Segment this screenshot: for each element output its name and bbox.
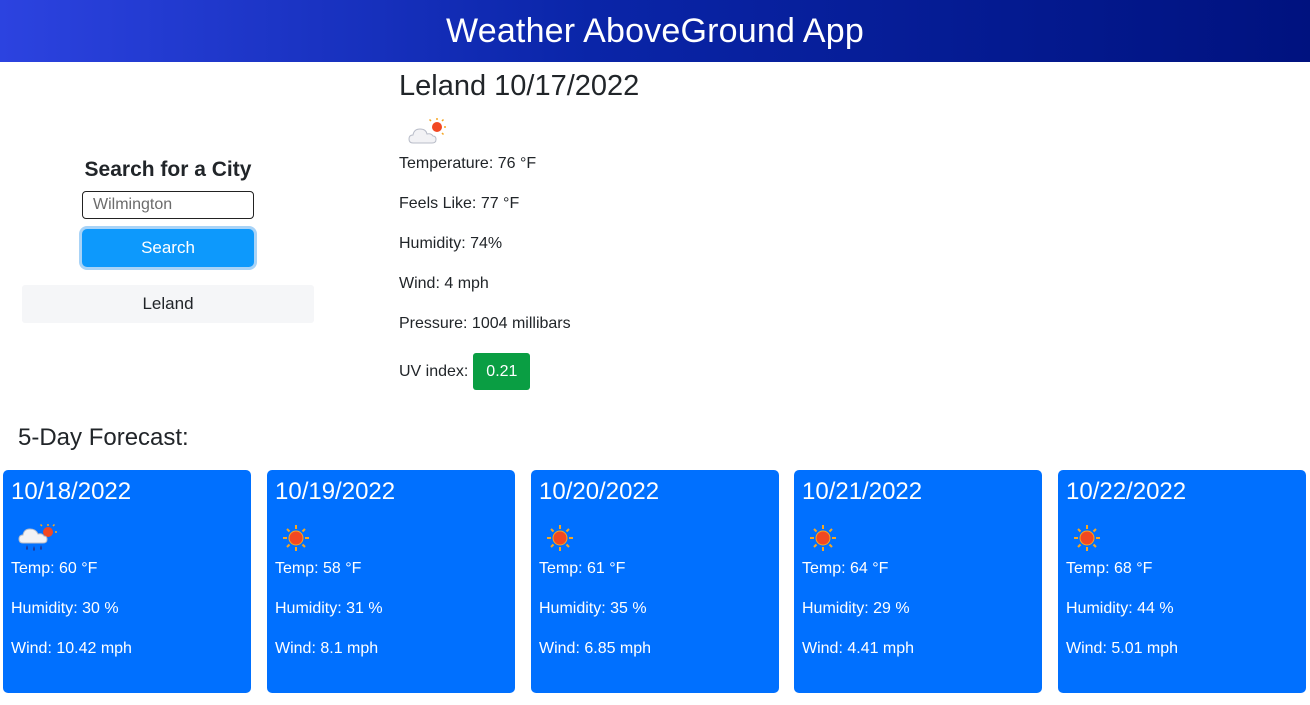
forecast-humidity: Humidity: 44 % (1066, 600, 1174, 617)
forecast-card: 10/20/2022 Temp: 61 °F Humidity: 35 % Wi… (531, 470, 779, 693)
forecast-card: 10/19/2022 Temp: 58 °F Humidity: 31 % Wi… (267, 470, 515, 693)
forecast-humidity: Humidity: 29 % (802, 600, 910, 617)
current-humidity: Humidity: 74% (399, 235, 503, 252)
search-heading: Search for a City (84, 158, 252, 181)
app-title: Weather AboveGround App (446, 11, 864, 50)
forecast-temp: Temp: 64 °F (802, 560, 889, 577)
search-panel: Search for a City Search Leland (22, 158, 314, 323)
current-wind: Wind: 4 mph (399, 275, 489, 292)
forecast-wind: Wind: 4.41 mph (802, 640, 915, 657)
current-temperature: Temperature: 76 °F (399, 155, 537, 172)
forecast-card: 10/18/2022 Temp: 60 °F Humidity: 30 % Wi… (3, 470, 251, 693)
current-weather: Leland 10/17/2022 Temperature: 76 °F Fee… (399, 70, 639, 390)
forecast-date: 10/21/2022 (802, 478, 923, 505)
forecast-date: 10/19/2022 (275, 478, 396, 505)
uv-badge: 0.21 (473, 353, 531, 390)
uv-label: UV index: (399, 362, 469, 380)
partly-cloudy-sun-icon (408, 118, 446, 144)
sun-icon (810, 525, 836, 551)
forecast-date: 10/22/2022 (1066, 478, 1187, 505)
forecast-temp: Temp: 60 °F (11, 560, 98, 577)
forecast-temp: Temp: 61 °F (539, 560, 626, 577)
forecast-wind: Wind: 8.1 mph (275, 640, 379, 657)
forecast-card: 10/21/2022 Temp: 64 °F Humidity: 29 % Wi… (794, 470, 1042, 693)
sun-icon (1074, 525, 1100, 551)
forecast-card: 10/22/2022 Temp: 68 °F Humidity: 44 % Wi… (1058, 470, 1306, 693)
forecast-wind: Wind: 6.85 mph (539, 640, 652, 657)
uv-index-row: UV index: 0.21 (399, 353, 639, 390)
current-city-date: Leland 10/17/2022 (399, 70, 640, 102)
history-item-leland[interactable]: Leland (22, 285, 314, 323)
forecast-humidity: Humidity: 30 % (11, 600, 119, 617)
forecast-title: 5-Day Forecast: (18, 424, 189, 451)
sun-icon (283, 525, 309, 551)
forecast-humidity: Humidity: 31 % (275, 600, 383, 617)
forecast-temp: Temp: 58 °F (275, 560, 362, 577)
forecast-date: 10/20/2022 (539, 478, 660, 505)
app-header: Weather AboveGround App (0, 0, 1310, 62)
forecast-humidity: Humidity: 35 % (539, 600, 647, 617)
rain-sun-icon (18, 523, 57, 551)
forecast-wind: Wind: 10.42 mph (11, 640, 132, 657)
forecast-wind: Wind: 5.01 mph (1066, 640, 1179, 657)
city-search-input[interactable] (82, 191, 254, 219)
current-feels-like: Feels Like: 77 °F (399, 195, 520, 212)
forecast-temp: Temp: 68 °F (1066, 560, 1153, 577)
sun-icon (547, 525, 573, 551)
search-button[interactable]: Search (82, 229, 254, 267)
current-pressure: Pressure: 1004 millibars (399, 315, 571, 332)
forecast-date: 10/18/2022 (11, 478, 132, 505)
